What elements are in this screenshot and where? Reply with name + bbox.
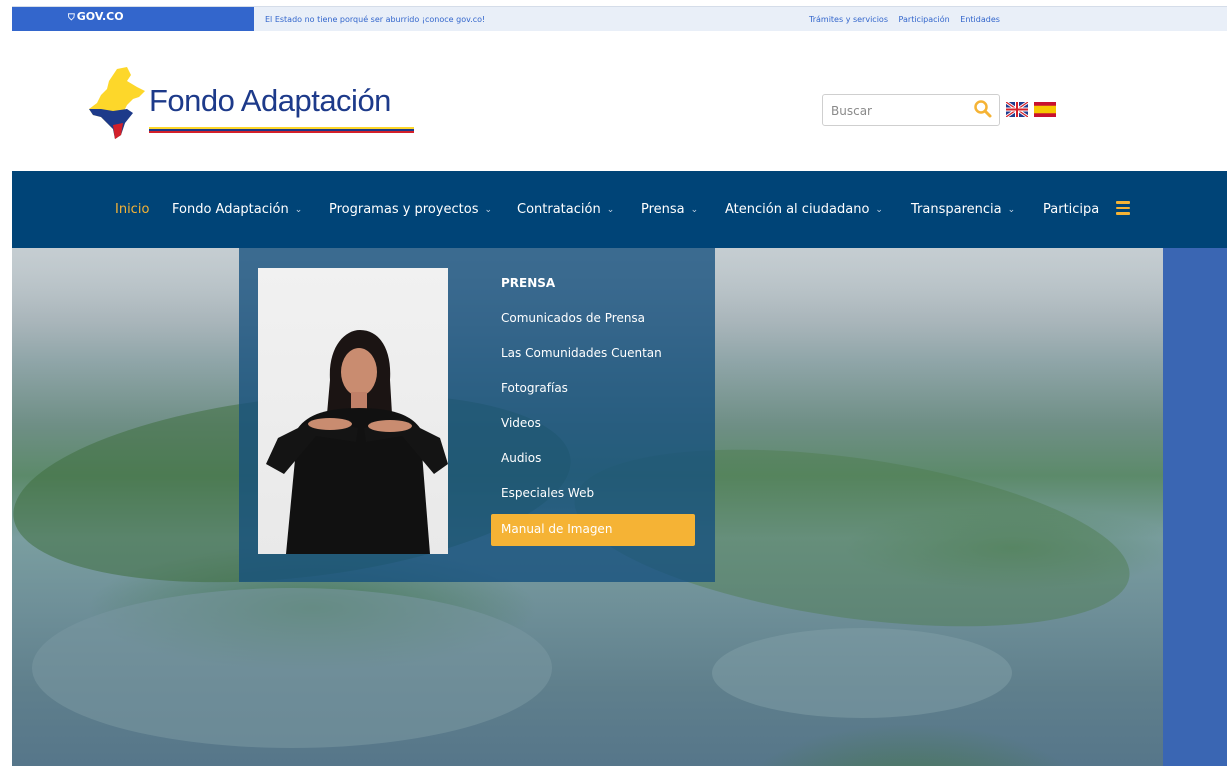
chevron-down-icon: ⌄ bbox=[294, 204, 303, 215]
gov-shield-icon: ⛉ bbox=[68, 13, 75, 23]
dropdown-item-comunicados[interactable]: Comunicados de Prensa bbox=[491, 303, 695, 335]
chevron-down-icon: ⌄ bbox=[1007, 204, 1016, 215]
hamburger-menu-icon[interactable] bbox=[1116, 201, 1130, 215]
spanish-flag-icon[interactable] bbox=[1034, 102, 1056, 117]
search-input[interactable] bbox=[831, 101, 961, 121]
colombia-map-icon bbox=[89, 67, 145, 139]
nav-item-fondo-adaptacion[interactable]: Fondo Adaptación ⌄ bbox=[172, 202, 302, 217]
dropdown-item-fotografias[interactable]: Fotografías bbox=[491, 373, 695, 405]
main-nav: Inicio Fondo Adaptación ⌄ Programas y pro… bbox=[12, 171, 1227, 248]
dropdown-item-audios[interactable]: Audios bbox=[491, 443, 695, 475]
site-logo[interactable]: Fondo Adaptación bbox=[87, 65, 422, 140]
gov-co-links: Trámites y servicios Participación Entid… bbox=[809, 15, 1008, 24]
chevron-down-icon: ⌄ bbox=[484, 204, 493, 215]
logo-text: Fondo Adaptación bbox=[149, 83, 391, 118]
search-box bbox=[822, 94, 1000, 126]
gov-co-brand: GOV.CO bbox=[76, 10, 124, 23]
site-header: Fondo Adaptación bbox=[12, 31, 1227, 171]
gov-link-participacion[interactable]: Participación bbox=[899, 15, 950, 24]
gov-co-message[interactable]: El Estado no tiene porqué ser aburrido ¡… bbox=[265, 15, 485, 24]
search-icon[interactable] bbox=[973, 99, 993, 119]
chevron-down-icon: ⌄ bbox=[690, 204, 699, 215]
dropdown-title: PRENSA bbox=[501, 276, 556, 290]
nav-item-prensa[interactable]: Prensa ⌄ bbox=[641, 202, 698, 217]
logo-underline bbox=[149, 127, 414, 133]
nav-item-programas[interactable]: Programas y proyectos ⌄ bbox=[329, 202, 492, 217]
gov-co-badge[interactable]: ⛉ GOV.CO bbox=[12, 7, 254, 32]
nav-item-atencion[interactable]: Atención al ciudadano ⌄ bbox=[725, 202, 883, 217]
nav-item-contratacion[interactable]: Contratación ⌄ bbox=[517, 202, 614, 217]
prensa-dropdown: PRENSA Comunicados de Prensa Las Comunid… bbox=[239, 248, 715, 582]
dropdown-item-manual-imagen[interactable]: Manual de Imagen bbox=[491, 514, 695, 546]
dropdown-item-comunidades[interactable]: Las Comunidades Cuentan bbox=[491, 338, 695, 370]
chevron-down-icon: ⌄ bbox=[875, 204, 883, 215]
gov-co-bar: ⛉ GOV.CO El Estado no tiene porqué ser ab… bbox=[12, 6, 1227, 32]
sign-language-interpreter-image bbox=[258, 268, 448, 554]
nav-item-inicio[interactable]: Inicio bbox=[115, 202, 149, 217]
dropdown-item-especiales-web[interactable]: Especiales Web bbox=[491, 478, 695, 510]
chevron-down-icon: ⌄ bbox=[606, 204, 615, 215]
dropdown-item-videos[interactable]: Videos bbox=[491, 408, 695, 440]
hero-side-strip bbox=[1163, 248, 1227, 766]
nav-item-participa[interactable]: Participa bbox=[1043, 202, 1099, 217]
gov-link-tramites[interactable]: Trámites y servicios bbox=[809, 15, 888, 24]
nav-item-transparencia[interactable]: Transparencia ⌄ bbox=[911, 202, 1015, 217]
english-flag-icon[interactable] bbox=[1006, 102, 1028, 117]
gov-link-entidades[interactable]: Entidades bbox=[960, 15, 1000, 24]
